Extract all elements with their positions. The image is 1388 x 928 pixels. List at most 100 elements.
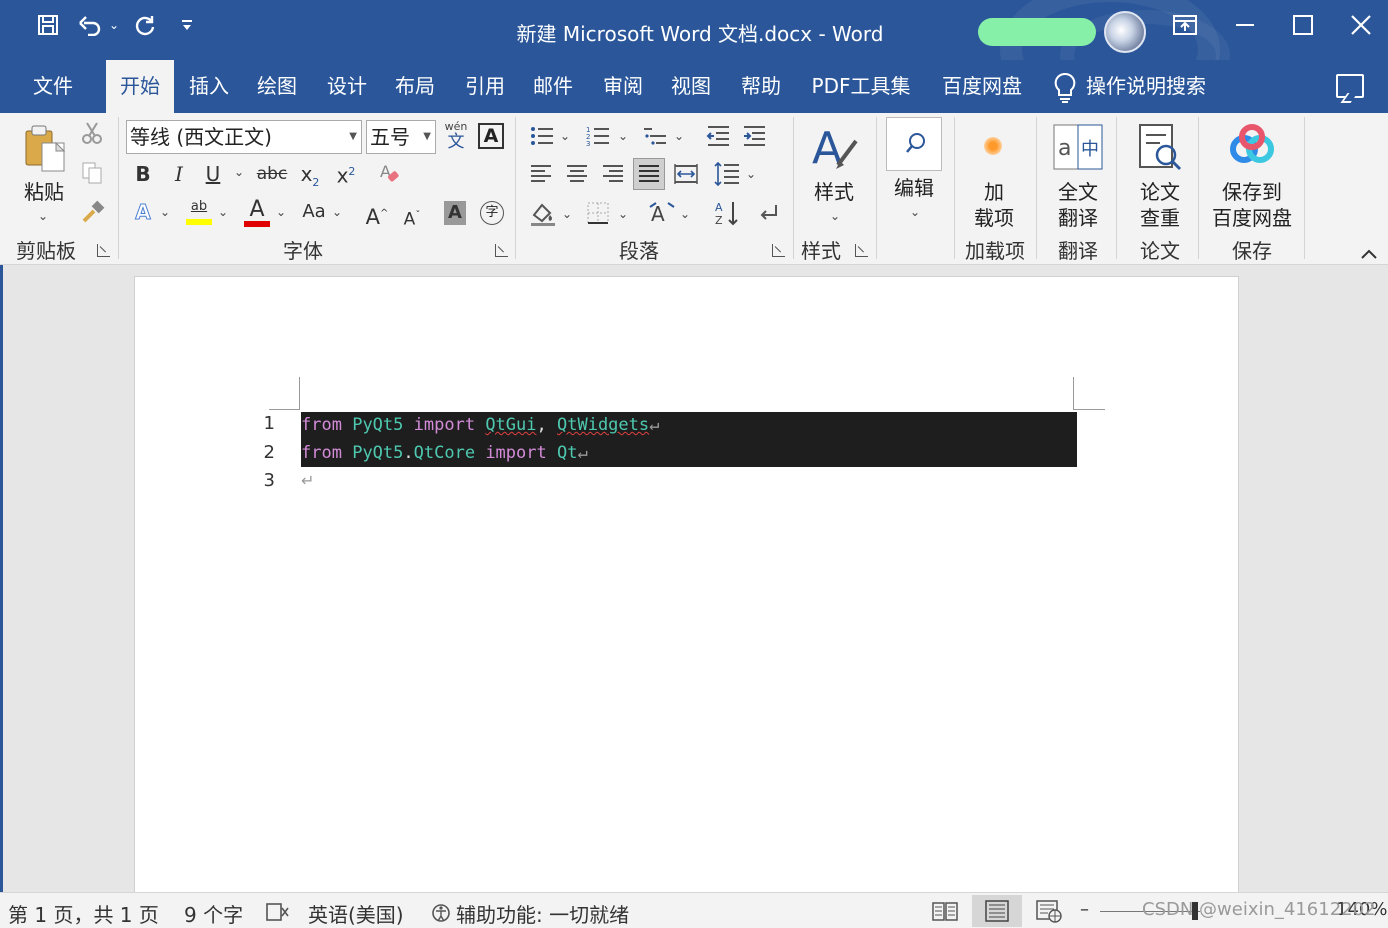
tab-file[interactable]: 文件 — [16, 60, 90, 113]
tab-mailings[interactable]: 邮件 — [524, 60, 582, 113]
redo-icon[interactable] — [132, 10, 160, 40]
clear-formatting-icon[interactable]: A — [376, 161, 402, 191]
accessibility-status[interactable]: 辅助功能: 一切就绪 — [456, 899, 629, 928]
borders-icon[interactable] — [586, 201, 610, 225]
save-icon[interactable] — [34, 10, 62, 40]
asian-layout-dropdown-icon[interactable]: ⌄ — [680, 207, 690, 221]
page-count-status[interactable]: 第 1 页，共 1 页 — [8, 899, 159, 928]
increase-indent-icon[interactable] — [742, 125, 766, 147]
subscript-button[interactable]: x2 — [298, 161, 322, 196]
customize-qat-icon[interactable] — [178, 10, 196, 40]
paste-dropdown-icon[interactable]: ⌄ — [38, 209, 48, 223]
addins-icon[interactable] — [984, 137, 1002, 155]
translate-line2[interactable]: 翻译 — [1048, 205, 1108, 231]
format-painter-icon[interactable] — [80, 199, 106, 229]
tab-layout[interactable]: 布局 — [386, 60, 444, 113]
align-right-icon[interactable] — [602, 163, 624, 185]
undo-icon[interactable] — [76, 10, 104, 40]
shading-dropdown-icon[interactable]: ⌄ — [562, 207, 572, 221]
sort-icon[interactable]: AZ — [714, 199, 740, 227]
avatar[interactable] — [1104, 11, 1146, 53]
asian-layout-icon[interactable]: A — [648, 201, 676, 227]
tab-help[interactable]: 帮助 — [732, 60, 790, 113]
underline-button[interactable]: U — [200, 161, 226, 187]
bullets-dropdown-icon[interactable]: ⌄ — [560, 129, 570, 143]
tab-pdf-tools[interactable]: PDF工具集 — [800, 60, 922, 113]
tab-design[interactable]: 设计 — [318, 60, 376, 113]
tab-review[interactable]: 审阅 — [594, 60, 652, 113]
clipboard-launcher-icon[interactable] — [97, 244, 110, 257]
editing-panel[interactable] — [886, 117, 942, 171]
highlight-dropdown-icon[interactable]: ⌄ — [218, 205, 228, 219]
shrink-font-button[interactable]: Aˇ — [400, 203, 424, 233]
styles-button[interactable]: 样式 — [806, 179, 862, 205]
addins-line1[interactable]: 加 — [968, 179, 1020, 205]
superscript-button[interactable]: x2 — [334, 159, 358, 189]
paste-icon[interactable] — [22, 123, 68, 179]
thesis-line2[interactable]: 查重 — [1130, 205, 1190, 231]
line-spacing-dropdown-icon[interactable]: ⌄ — [746, 167, 756, 181]
char-shading-button[interactable]: A — [444, 201, 466, 225]
comments-icon[interactable] — [1336, 74, 1364, 98]
numbering-icon[interactable]: 123 — [586, 125, 610, 148]
text-effects-dropdown-icon[interactable]: ⌄ — [160, 205, 170, 219]
tab-insert[interactable]: 插入 — [180, 60, 238, 113]
undo-dropdown-icon[interactable]: ⌄ — [106, 10, 122, 40]
justify-icon[interactable] — [638, 163, 660, 185]
distributed-icon[interactable] — [674, 163, 698, 185]
document-page[interactable]: 1 2 3 from PyQt5 import QtGui, QtWidgets… — [134, 276, 1239, 892]
lightbulb-icon[interactable] — [1052, 72, 1078, 104]
paste-button[interactable]: 粘贴 — [18, 179, 70, 205]
addins-line2[interactable]: 载项 — [968, 205, 1020, 231]
shading-icon[interactable] — [530, 201, 556, 227]
print-layout-icon[interactable] — [972, 895, 1022, 927]
maximize-icon[interactable] — [1280, 8, 1326, 42]
translate-line1[interactable]: 全文 — [1048, 179, 1108, 205]
language-status[interactable]: 英语(美国) — [308, 899, 404, 928]
strikethrough-button[interactable]: abc — [256, 161, 288, 187]
ribbon-display-options-icon[interactable] — [1162, 8, 1208, 42]
accessibility-icon[interactable] — [430, 902, 454, 924]
text-effects-button[interactable]: A — [130, 199, 156, 225]
change-case-dropdown-icon[interactable]: ⌄ — [332, 205, 342, 219]
tab-draw[interactable]: 绘图 — [248, 60, 306, 113]
translate-icon[interactable]: a中 — [1052, 121, 1104, 175]
phonetic-guide-icon[interactable]: wén 文 — [442, 121, 470, 153]
editing-button[interactable]: 编辑 — [886, 175, 942, 201]
minimize-icon[interactable] — [1222, 8, 1268, 42]
grow-font-button[interactable]: A^ — [364, 201, 390, 230]
thesis-check-icon[interactable] — [1136, 121, 1186, 175]
font-name-combo[interactable]: 等线 (西文正文) ▼ — [126, 120, 362, 154]
styles-icon[interactable]: A — [810, 121, 860, 177]
align-center-icon[interactable] — [566, 163, 588, 185]
tab-baidu-netdisk[interactable]: 百度网盘 — [932, 60, 1032, 113]
code-block[interactable]: from PyQt5 import QtGui, QtWidgets↵ from… — [301, 412, 1077, 467]
font-color-dropdown-icon[interactable]: ⌄ — [276, 205, 286, 219]
bullets-icon[interactable] — [530, 125, 554, 147]
numbering-dropdown-icon[interactable]: ⌄ — [618, 129, 628, 143]
paragraph-launcher-icon[interactable] — [772, 244, 785, 257]
show-marks-icon[interactable] — [756, 201, 780, 225]
bold-button[interactable]: B — [130, 161, 156, 187]
enclose-char-button[interactable]: 字 — [480, 201, 504, 225]
font-launcher-icon[interactable] — [495, 244, 508, 257]
char-border-icon[interactable]: A — [478, 123, 504, 149]
close-icon[interactable] — [1338, 8, 1384, 42]
font-color-button[interactable]: A — [242, 197, 272, 229]
copy-icon[interactable] — [80, 161, 104, 191]
baidu-netdisk-icon[interactable] — [1226, 123, 1278, 167]
zoom-out-icon[interactable]: – — [1080, 899, 1089, 920]
tell-me-search[interactable]: 操作说明搜索 — [1086, 60, 1222, 113]
multilevel-list-icon[interactable] — [642, 125, 668, 147]
web-layout-icon[interactable] — [1030, 895, 1068, 927]
tab-references[interactable]: 引用 — [456, 60, 514, 113]
word-count-status[interactable]: 9 个字 — [184, 899, 243, 928]
underline-dropdown-icon[interactable]: ⌄ — [234, 165, 244, 179]
multilevel-dropdown-icon[interactable]: ⌄ — [674, 129, 684, 143]
italic-button[interactable]: I — [166, 161, 192, 187]
highlight-button[interactable]: ab — [184, 199, 214, 229]
proofing-icon[interactable] — [266, 902, 290, 922]
font-size-combo[interactable]: 五号 ▼ — [366, 120, 436, 154]
change-case-button[interactable]: Aa — [298, 199, 330, 225]
read-mode-icon[interactable] — [926, 895, 964, 927]
